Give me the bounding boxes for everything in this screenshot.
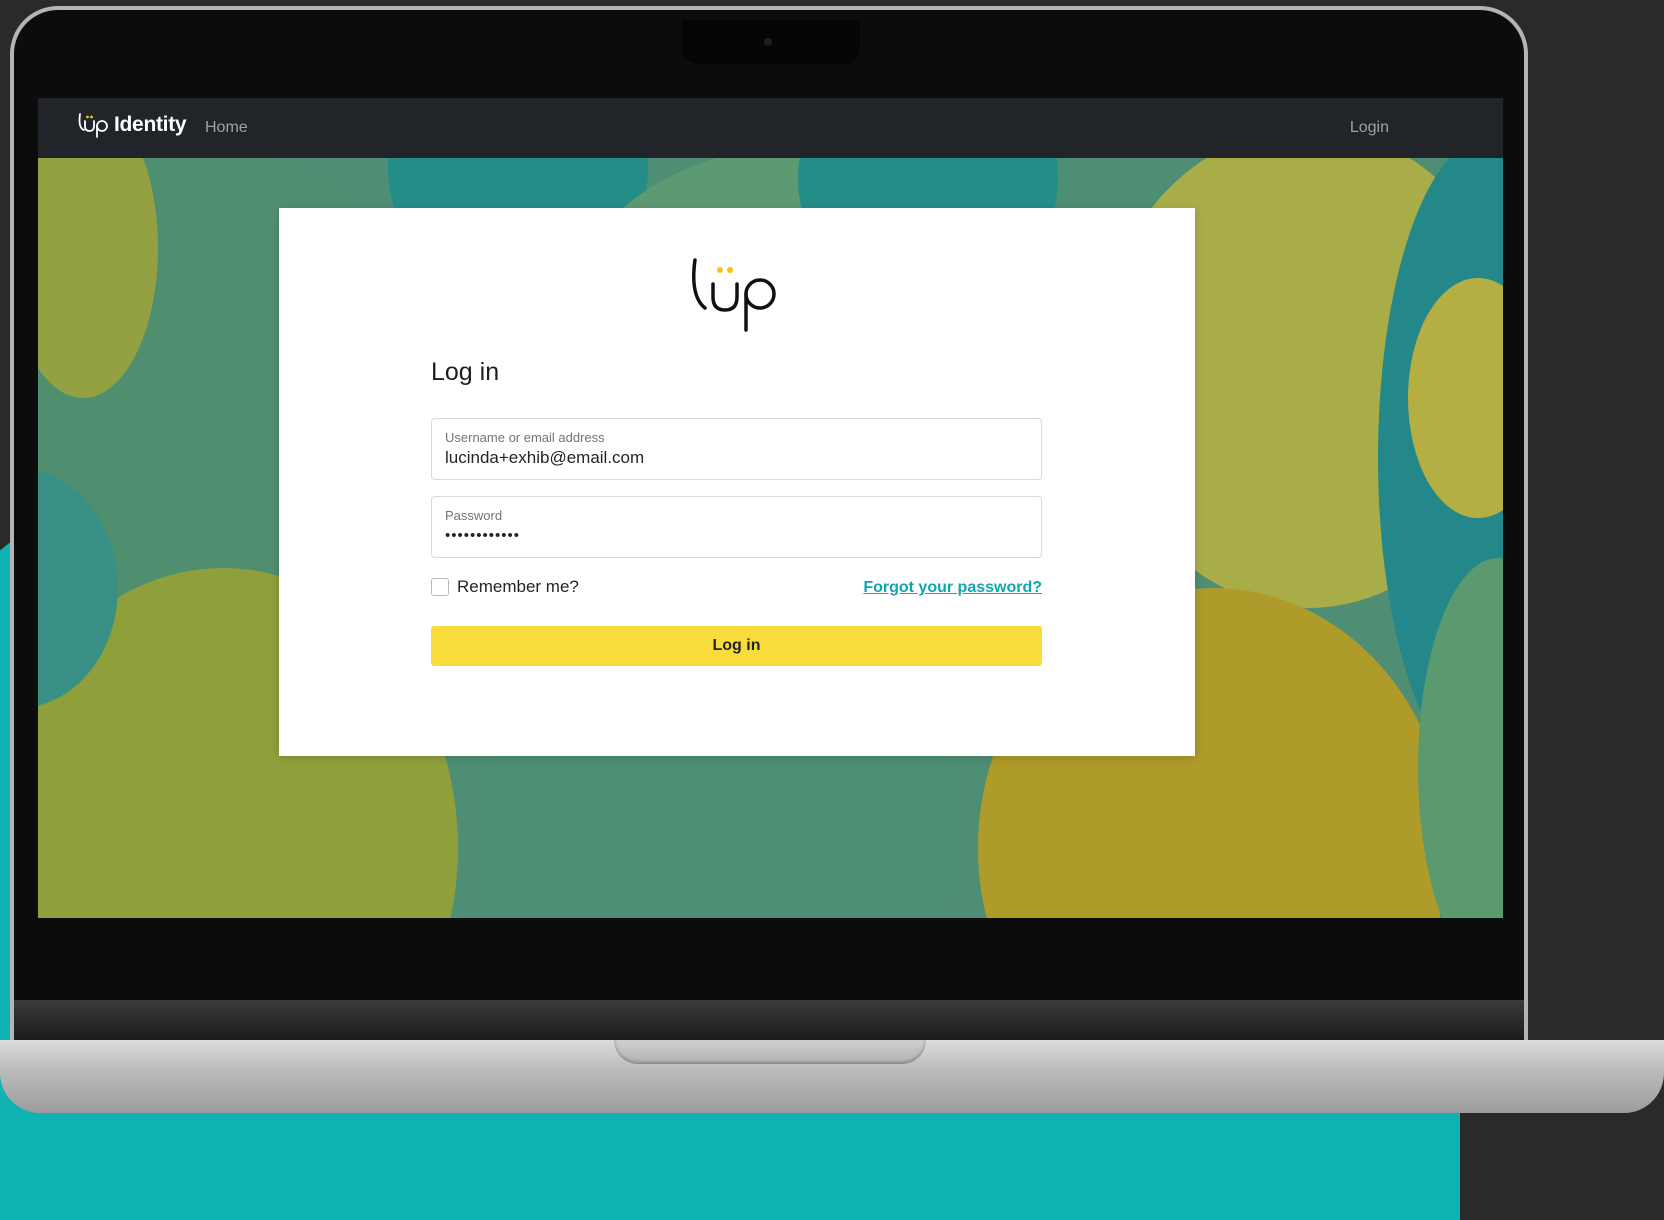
- username-input[interactable]: [445, 448, 1025, 468]
- nav-link-home[interactable]: Home: [205, 119, 248, 137]
- laptop-opening-notch: [614, 1040, 926, 1064]
- remember-label: Remember me?: [457, 577, 579, 596]
- nav-link-login[interactable]: Login: [1350, 119, 1389, 137]
- login-button[interactable]: Log in: [431, 626, 1042, 666]
- camera-icon: [764, 38, 772, 46]
- browser-screen: Identity Home Login Log in Username or e…: [38, 98, 1503, 918]
- laptop-bezel: [14, 1000, 1524, 1040]
- remember-checkbox[interactable]: [431, 578, 449, 596]
- username-label: Username or email address: [445, 430, 605, 445]
- forgot-password-link[interactable]: Forgot your password?: [863, 579, 1042, 597]
- navbar: Identity Home Login: [38, 98, 1503, 158]
- login-card: Log in Username or email address Passwor…: [279, 208, 1195, 756]
- brand-title: Identity: [114, 113, 187, 136]
- lup-logo-icon: [692, 258, 776, 332]
- password-field[interactable]: Password: [431, 496, 1042, 558]
- page-title: Log in: [431, 358, 500, 386]
- lup-logo-icon: [78, 113, 108, 138]
- username-field[interactable]: Username or email address: [431, 418, 1042, 480]
- password-input[interactable]: [445, 527, 1025, 544]
- remember-me[interactable]: Remember me?: [431, 577, 579, 597]
- password-label: Password: [445, 508, 503, 523]
- brand-link[interactable]: Identity: [76, 112, 187, 138]
